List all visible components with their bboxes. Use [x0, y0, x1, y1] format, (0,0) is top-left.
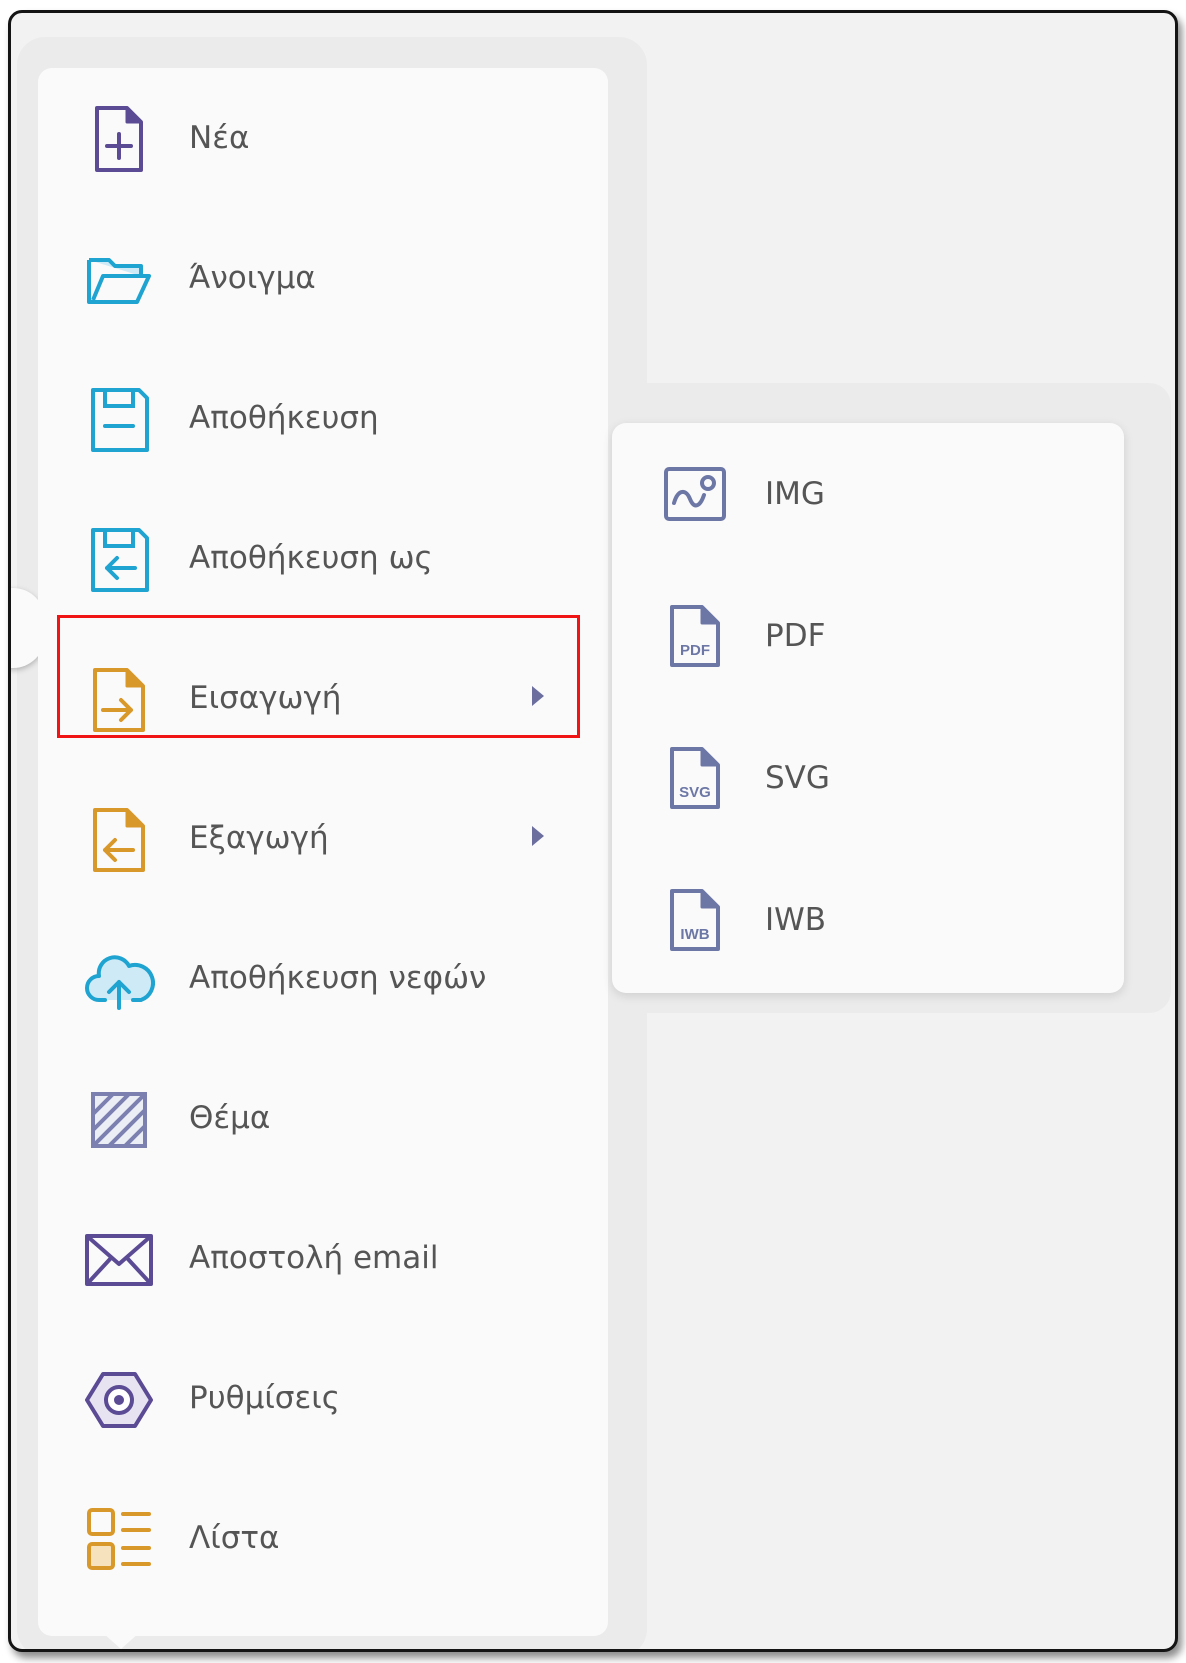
menu-item-label: Αποστολή email [189, 1240, 439, 1276]
iwb-file-icon: IWB [662, 887, 728, 953]
menu-item-label: Αποθήκευση [189, 400, 379, 436]
new-file-plus-icon [83, 104, 155, 176]
pdf-file-icon: PDF [662, 603, 728, 669]
menu-item-settings[interactable]: Ρυθμίσεις [38, 1328, 608, 1468]
main-menu: Νέα Άνοιγμα Αποθήκευση Αποθήκευση ως Εισ… [38, 68, 608, 1636]
menu-item-save[interactable]: Αποθήκευση [38, 348, 608, 488]
menu-item-save-as[interactable]: Αποθήκευση ως [38, 488, 608, 628]
submenu-item-label: IWB [765, 902, 827, 938]
submenu-item-svg[interactable]: SVG SVG [612, 707, 1124, 849]
menu-item-label: Ρυθμίσεις [189, 1380, 340, 1416]
menu-item-new[interactable]: Νέα [38, 68, 608, 208]
menu-item-label: Αποθήκευση ως [189, 540, 433, 576]
menu-pointer [103, 1633, 139, 1649]
submenu-item-label: PDF [765, 618, 826, 654]
svg-file-tag: SVG [679, 784, 711, 801]
menu-item-label: Λίστα [189, 1520, 280, 1556]
floppy-save-as-icon [83, 524, 155, 596]
pdf-file-tag: PDF [680, 642, 710, 659]
iwb-file-tag: IWB [680, 926, 709, 943]
theme-pattern-icon [83, 1084, 155, 1156]
import-submenu: IMG PDF PDF SVG SVG IWB IWB [612, 423, 1124, 993]
submenu-item-label: IMG [765, 476, 825, 512]
cloud-upload-icon [83, 944, 155, 1016]
submenu-item-iwb[interactable]: IWB IWB [612, 849, 1124, 991]
submenu-arrow-icon [532, 826, 544, 846]
selection-highlight [57, 615, 580, 738]
menu-item-list[interactable]: Λίστα [38, 1468, 608, 1608]
envelope-icon [83, 1224, 155, 1296]
menu-item-cloud-save[interactable]: Αποθήκευση νεφών [38, 908, 608, 1048]
list-icon [83, 1504, 155, 1576]
menu-item-label: Θέμα [189, 1100, 271, 1136]
submenu-item-img[interactable]: IMG [612, 423, 1124, 565]
menu-item-send-email[interactable]: Αποστολή email [38, 1188, 608, 1328]
app-frame: Νέα Άνοιγμα Αποθήκευση Αποθήκευση ως Εισ… [8, 10, 1178, 1652]
menu-item-export[interactable]: Εξαγωγή [38, 768, 608, 908]
submenu-item-pdf[interactable]: PDF PDF [612, 565, 1124, 707]
menu-item-label: Νέα [189, 120, 250, 156]
export-file-icon [83, 804, 155, 876]
floppy-save-icon [83, 384, 155, 456]
menu-item-label: Εξαγωγή [189, 820, 329, 856]
menu-item-label: Αποθήκευση νεφών [189, 960, 487, 996]
settings-hexagon-icon [83, 1364, 155, 1436]
submenu-item-label: SVG [765, 760, 830, 796]
svg-file-icon: SVG [662, 745, 728, 811]
image-file-icon [662, 461, 728, 527]
open-folder-icon [83, 244, 155, 316]
menu-item-theme[interactable]: Θέμα [38, 1048, 608, 1188]
menu-item-label: Άνοιγμα [189, 260, 316, 296]
menu-item-open[interactable]: Άνοιγμα [38, 208, 608, 348]
